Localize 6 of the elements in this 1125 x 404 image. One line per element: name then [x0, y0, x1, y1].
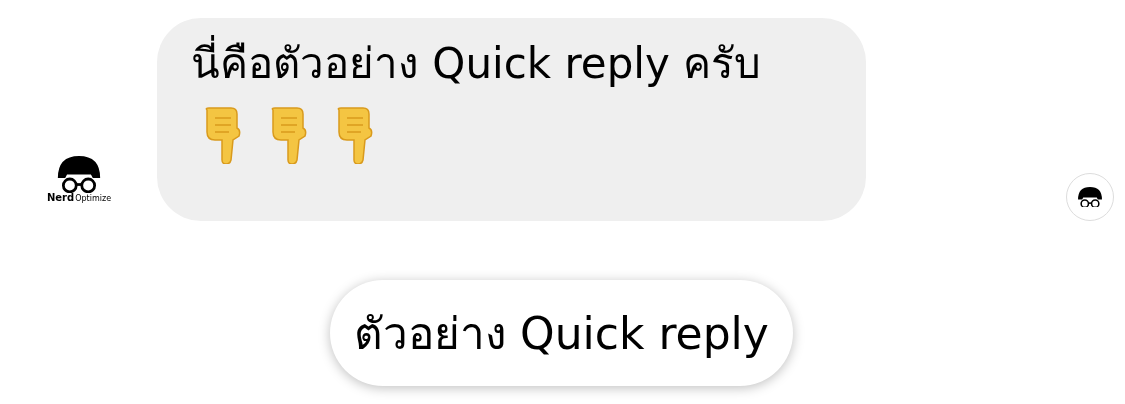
quick-reply-button[interactable]: ตัวอย่าง Quick reply — [330, 280, 793, 386]
logo-name: Nerd — [46, 193, 75, 203]
glasses-figure-icon — [56, 156, 102, 193]
glasses-figure-icon — [1077, 186, 1103, 208]
logo-tagline: Optimize — [75, 195, 112, 203]
message-text: นี่คือตัวอย่าง Quick reply ครับ — [191, 36, 832, 92]
